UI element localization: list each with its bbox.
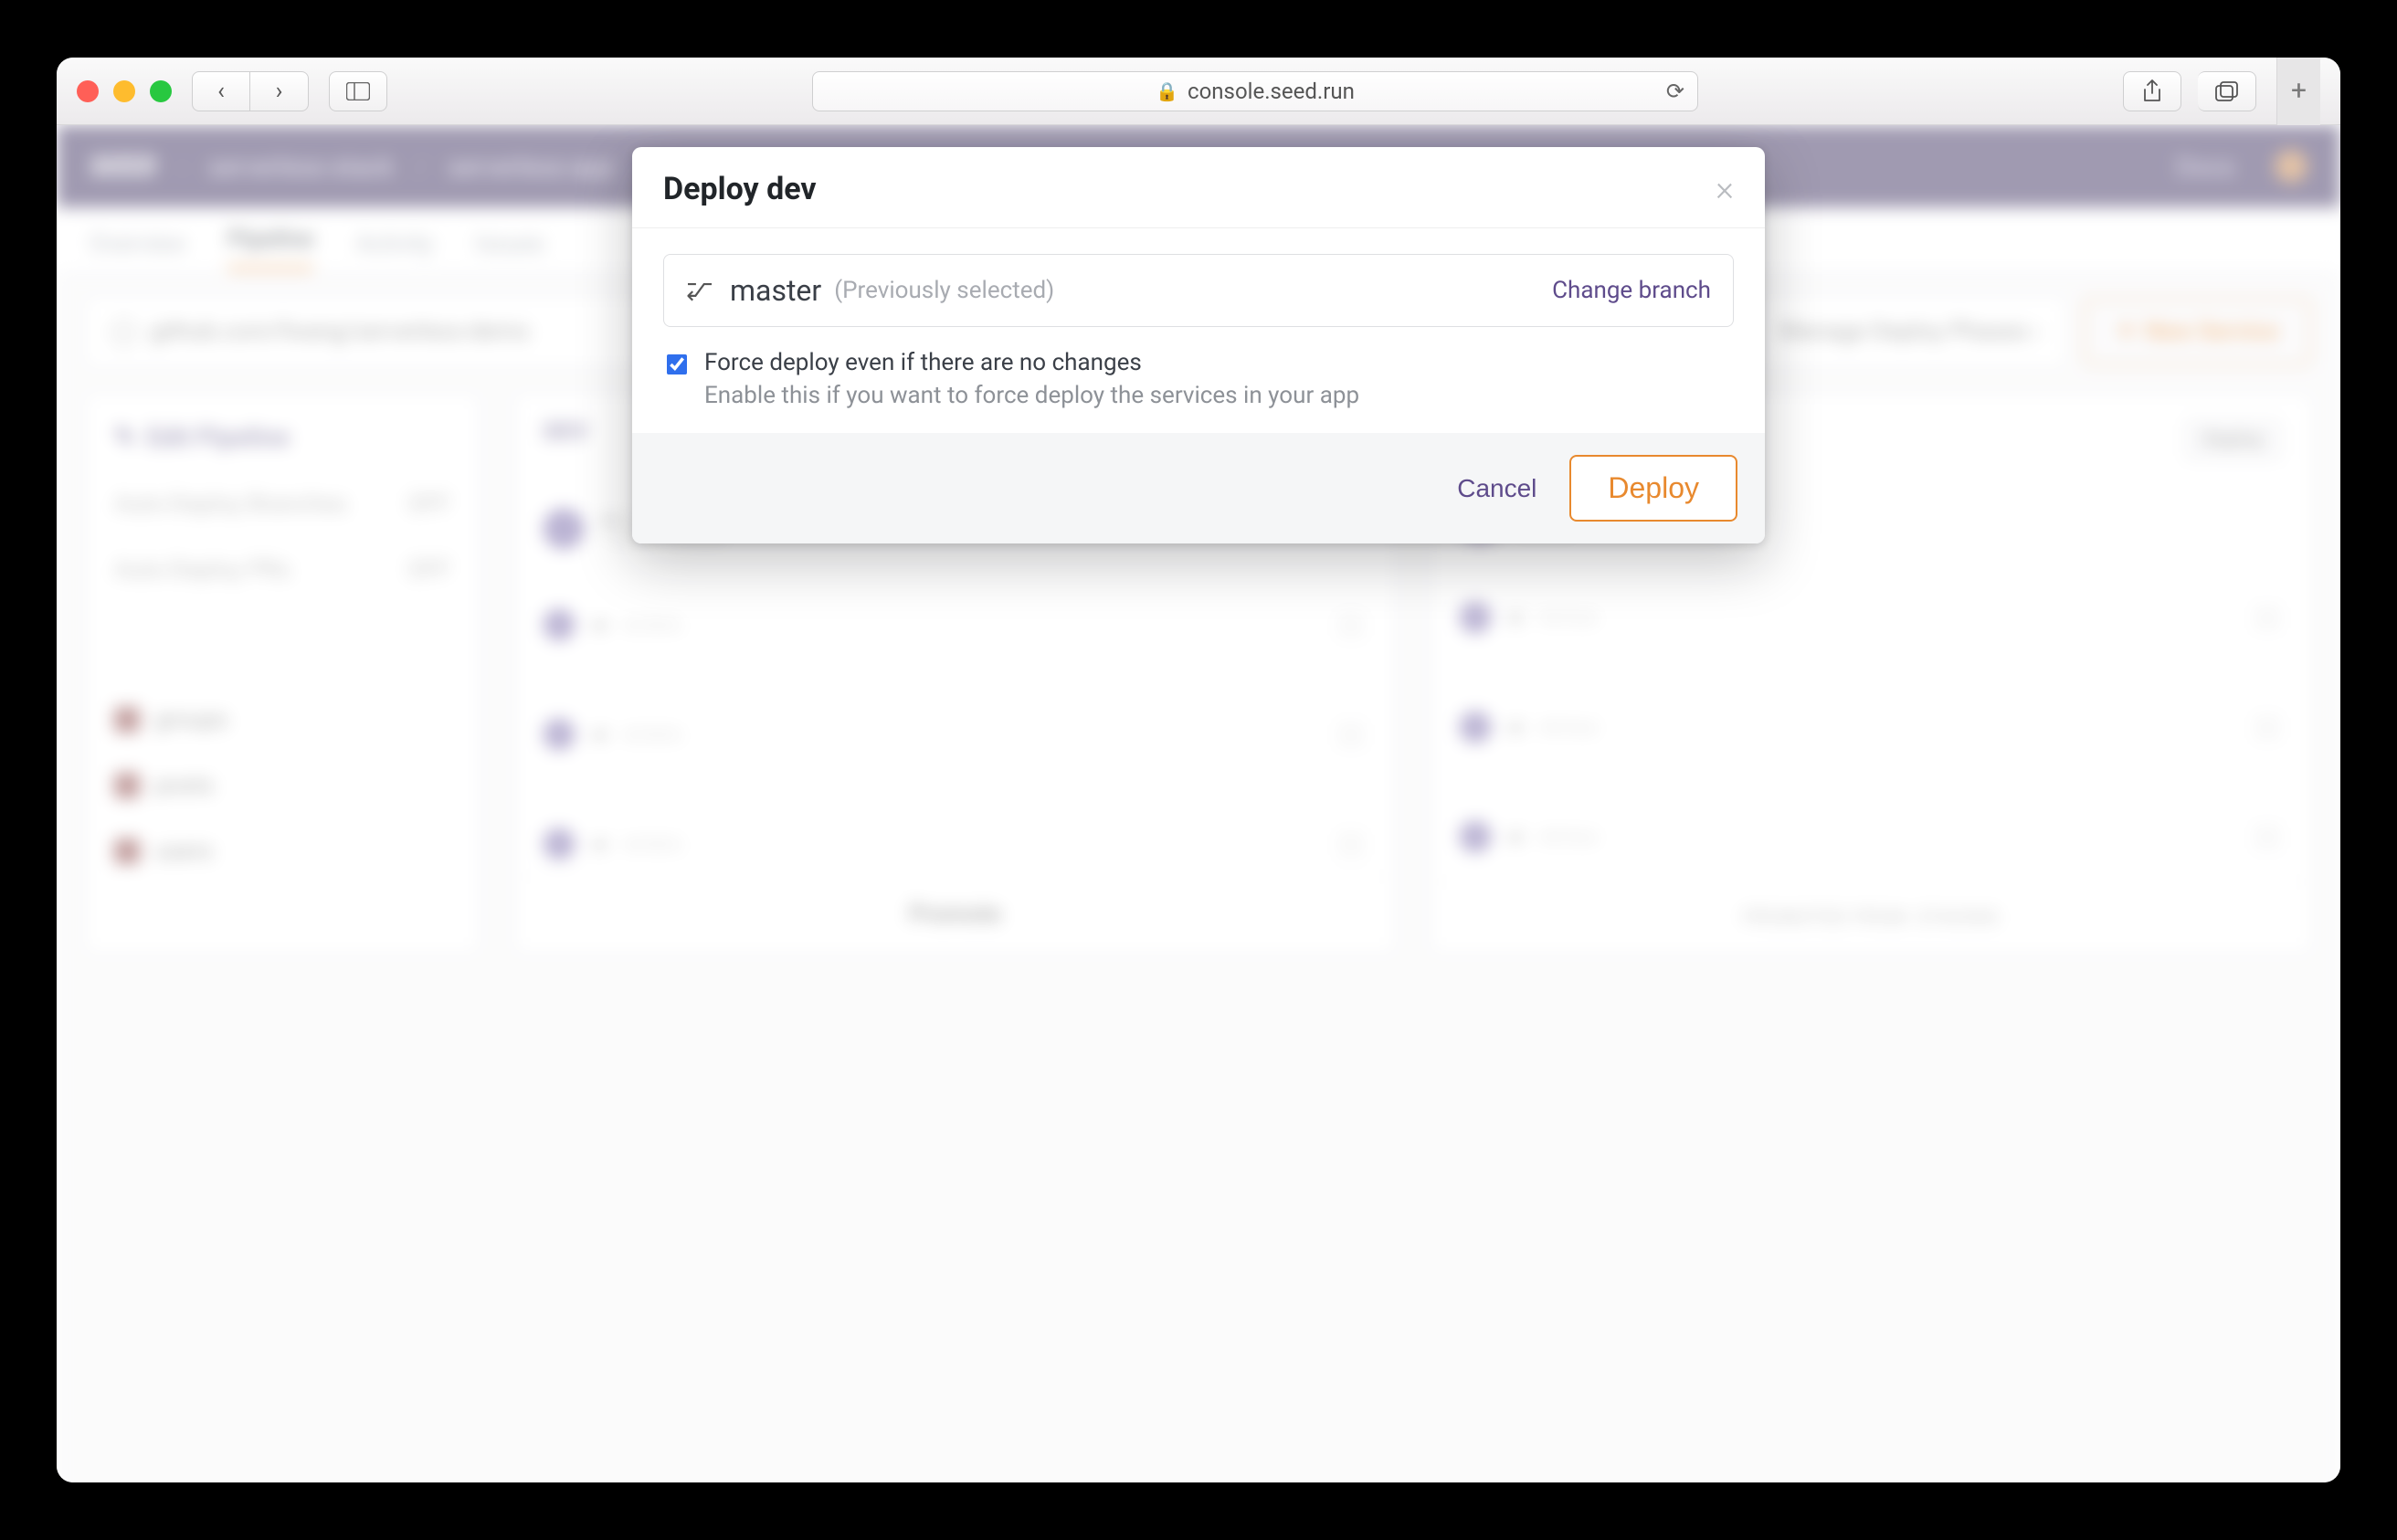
force-deploy-label: Force deploy even if there are no change…: [704, 349, 1359, 376]
browser-titlebar: ‹ › 🔒 console.seed.run ⟳ +: [57, 58, 2340, 125]
url-bar[interactable]: 🔒 console.seed.run ⟳: [812, 71, 1698, 111]
modal-title: Deploy dev: [663, 171, 817, 207]
force-deploy-description: Enable this if you want to force deploy …: [704, 382, 1359, 409]
previously-selected-hint: (Previously selected): [834, 277, 1054, 304]
branch-selector[interactable]: master (Previously selected) Change bran…: [663, 254, 1734, 327]
tabs-button[interactable]: [2198, 71, 2256, 111]
minimize-window-button[interactable]: [113, 80, 135, 102]
close-window-button[interactable]: [77, 80, 99, 102]
back-button[interactable]: ‹: [192, 71, 250, 111]
refresh-icon[interactable]: ⟳: [1666, 79, 1684, 104]
force-deploy-checkbox[interactable]: [667, 354, 687, 374]
cancel-button[interactable]: Cancel: [1452, 473, 1542, 504]
url-host: console.seed.run: [1188, 79, 1355, 104]
maximize-window-button[interactable]: [150, 80, 172, 102]
window-controls: [77, 80, 172, 102]
git-branch-icon: [686, 277, 717, 304]
forward-button[interactable]: ›: [250, 71, 309, 111]
lock-icon: 🔒: [1156, 80, 1178, 102]
deploy-button[interactable]: Deploy: [1569, 455, 1737, 522]
app-viewport: SEED › serverless-stack / serverless-app…: [57, 125, 2340, 1482]
close-icon[interactable]: ×: [1716, 172, 1734, 206]
browser-right-tools: [2123, 71, 2256, 111]
modal-body: master (Previously selected) Change bran…: [632, 228, 1765, 433]
nav-buttons: ‹ ›: [192, 71, 309, 111]
force-deploy-option: Force deploy even if there are no change…: [663, 349, 1734, 409]
modal-footer: Cancel Deploy: [632, 433, 1765, 543]
new-tab-button[interactable]: +: [2276, 58, 2320, 125]
modal-header: Deploy dev ×: [632, 147, 1765, 228]
share-button[interactable]: [2123, 71, 2181, 111]
browser-window: ‹ › 🔒 console.seed.run ⟳ + SEED › server: [57, 58, 2340, 1482]
sidebar-toggle-button[interactable]: [329, 71, 387, 111]
branch-name: master: [730, 273, 821, 308]
deploy-modal: Deploy dev × master (Previously selected…: [632, 147, 1765, 543]
change-branch-link[interactable]: Change branch: [1552, 277, 1711, 304]
